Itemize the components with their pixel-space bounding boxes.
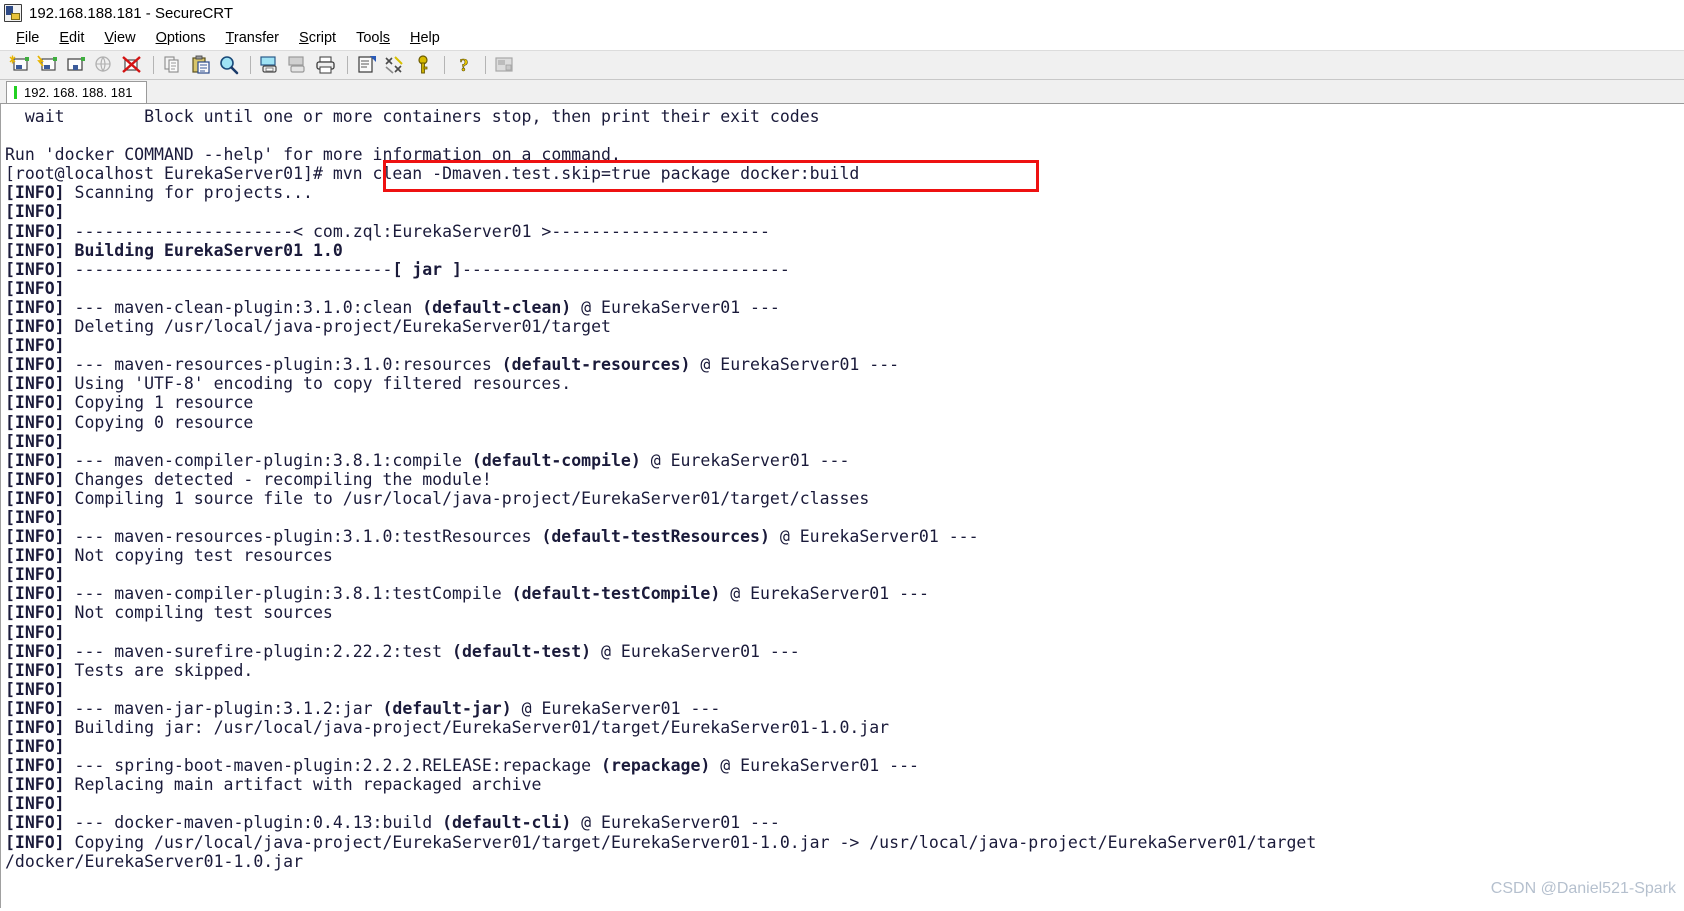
arrange-windows-icon [492,53,518,77]
copy-icon[interactable] [160,53,186,77]
terminal-line: [INFO] Replacing main artifact with repa… [5,775,542,795]
menu-script-mnemonic: S [299,30,309,46]
terminal-line-container: wait Block until one or more containers … [5,107,1684,871]
securecrt-app-icon [4,4,22,22]
menu-file-rest: ile [24,30,40,46]
terminal-line: [INFO] Compiling 1 source file to /usr/l… [5,488,870,508]
terminal-line: [INFO] Changes detected - recompiling th… [5,469,492,489]
toolbar-separator [347,56,348,74]
tab-connected-marker [14,86,17,99]
menu-bar: File Edit View Options Transfer Script T… [0,26,1684,50]
terminal-line: wait Block until one or more containers … [5,107,820,126]
menu-script[interactable]: Script [289,30,346,46]
paste-icon[interactable] [188,53,214,77]
terminal-line: [INFO] Deleting /usr/local/java-project/… [5,317,611,337]
terminal-line: [INFO] [5,431,65,451]
menu-file[interactable]: File [6,30,49,46]
menu-tools-mnemonic: ls [379,30,390,46]
menu-help-mnemonic: H [409,30,421,46]
title-bar: 192.168.188.181 - SecureCRT [0,0,1684,26]
menu-options-rest: ptions [166,30,206,46]
terminal-line: [INFO] Copying 1 resource [5,393,254,413]
terminal-line: [INFO] [5,565,65,585]
terminal-line: [INFO] Copying /usr/local/java-project/E… [5,832,1317,852]
terminal-line: [INFO] --- maven-compiler-plugin:3.8.1:c… [5,450,850,470]
disconnect-icon[interactable] [119,53,145,77]
toolbar-separator [153,56,154,74]
terminal-line: /docker/EurekaServer01-1.0.jar [5,851,304,871]
new-session-icon[interactable] [7,53,33,77]
terminal-line: [INFO] --- docker-maven-plugin:0.4.13:bu… [5,813,780,833]
global-options-icon[interactable] [382,53,408,77]
new-tab-icon[interactable] [63,53,89,77]
terminal-line: [INFO] --- maven-surefire-plugin:2.22.2:… [5,641,800,661]
clone-session-icon[interactable] [35,53,61,77]
terminal-line: [INFO] --- maven-compiler-plugin:3.8.1:t… [5,584,929,604]
terminal-line: [INFO] Not compiling test sources [5,603,333,623]
menu-edit-mnemonic: E [59,30,70,46]
menu-transfer-rest: ransfer [233,30,280,46]
print-screen-icon[interactable] [257,53,283,77]
terminal-line: [INFO] --- maven-resources-plugin:3.1.0:… [5,355,900,375]
terminal-line: [INFO] Not copying test resources [5,546,333,566]
svg-text:?: ? [460,55,469,75]
tab-session-192-168-188-181[interactable]: 192. 168. 188. 181 [6,81,148,103]
terminal-line: Run 'docker COMMAND --help' for more inf… [5,145,621,165]
menu-options[interactable]: Options [146,30,216,46]
terminal-line: [INFO] Building EurekaServer01 1.0 [5,240,343,260]
menu-script-rest: cript [308,30,337,46]
terminal-line: [INFO] [5,278,65,298]
toolbar-separator [485,56,486,74]
session-options-icon[interactable] [354,53,380,77]
tab-strip: 192. 168. 188. 181 [0,80,1684,104]
menu-transfer[interactable]: Transfer [216,30,289,46]
terminal-line: [root@localhost EurekaServer01]# mvn cle… [5,164,860,184]
terminal-line: [INFO] Scanning for projects... [5,183,313,203]
terminal-line: [INFO] --- maven-jar-plugin:3.1.2:jar (d… [5,698,721,718]
menu-options-mnemonic: O [155,30,167,46]
terminal-line: [INFO] Using 'UTF-8' encoding to copy fi… [5,374,572,394]
key-icon[interactable] [410,53,436,77]
menu-file-mnemonic: F [16,30,25,46]
terminal-line: [INFO] [5,336,65,356]
menu-help[interactable]: Help [400,30,450,46]
terminal-line: [INFO] Building jar: /usr/local/java-pro… [5,718,890,737]
help-icon[interactable]: ? [451,53,477,77]
terminal-line: [INFO] [5,737,65,757]
menu-view-mnemonic: V [104,30,114,46]
menu-transfer-mnemonic: T [225,30,234,46]
terminal-output[interactable]: wait Block until one or more containers … [0,104,1684,908]
connect-sftp-icon[interactable] [91,53,117,77]
menu-edit[interactable]: Edit [49,30,94,46]
toolbar-separator [250,56,251,74]
watermark: CSDN @Daniel521-Spark [1490,880,1676,897]
menu-edit-rest: dit [69,30,85,46]
menu-help-rest: elp [420,30,440,46]
menu-view-rest: iew [113,30,136,46]
terminal-line: [INFO] [5,679,65,699]
toolbar-separator [444,56,445,74]
terminal-line: [INFO] --- maven-clean-plugin:3.1.0:clea… [5,297,780,317]
menu-tools[interactable]: Tools [346,30,400,46]
terminal-line: [INFO] [5,507,65,527]
terminal-line: [INFO] Tests are skipped. [5,660,254,680]
terminal-line: [INFO] --- spring-boot-maven-plugin:2.2.… [5,756,919,776]
terminal-line: [INFO] [5,622,65,642]
terminal-line: [INFO] Copying 0 resource [5,412,254,432]
terminal-line: [INFO] --------------------------------[… [5,259,790,279]
print-icon[interactable] [313,53,339,77]
window-title: 192.168.188.181 - SecureCRT [29,4,234,22]
terminal-line: [INFO] [5,794,65,814]
find-icon[interactable] [216,53,242,77]
menu-view[interactable]: View [94,30,145,46]
terminal-line: [INFO] --- maven-resources-plugin:3.1.0:… [5,527,979,547]
log-session-icon[interactable] [285,53,311,77]
terminal-line: [INFO] [5,202,65,222]
toolbar: ? [0,50,1684,80]
menu-tools-pre: Too [356,30,380,46]
tab-label: 192. 168. 188. 181 [24,85,133,100]
terminal-line: [INFO] ----------------------< com.zql:E… [5,221,770,241]
